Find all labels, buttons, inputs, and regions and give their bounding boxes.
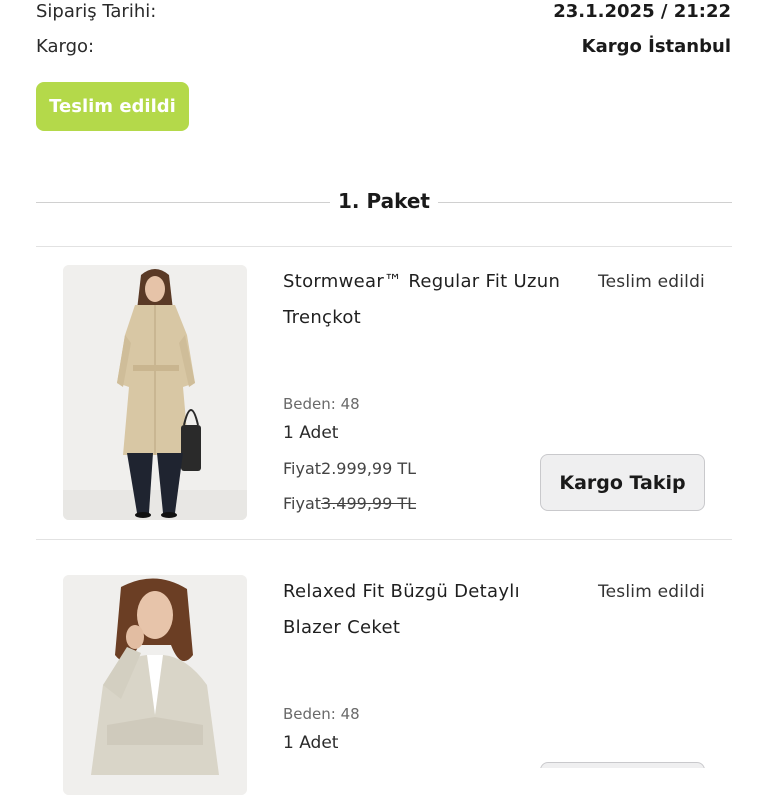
trench-coat-product-photo xyxy=(63,265,247,520)
blazer-product-photo xyxy=(63,575,247,795)
size-row: Beden: 48 xyxy=(283,705,360,723)
package-divider-right xyxy=(436,202,732,203)
order-date-value: 23.1.2025 / 21:22 xyxy=(553,1,731,22)
package-title: 1. Paket xyxy=(330,189,438,213)
item-status: Teslim edildi xyxy=(597,272,705,292)
product-name-line2: Blazer Ceket xyxy=(283,617,401,638)
order-status-badge: Teslim edildi xyxy=(36,82,189,131)
old-price-label: Fiyat xyxy=(283,494,322,513)
size-row: Beden: 48 xyxy=(283,395,360,413)
product-image-trench-coat[interactable] xyxy=(63,265,247,520)
old-price-value: 3.499,99 TL xyxy=(321,494,417,513)
cargo-label: Kargo: xyxy=(36,36,95,57)
product-name-line1: Relaxed Fit Büzgü Detaylı xyxy=(283,581,520,602)
price-value: 2.999,99 TL xyxy=(321,459,417,478)
quantity: 1 Adet xyxy=(283,733,339,753)
product-image-blazer[interactable] xyxy=(63,575,247,795)
product-name-line2: Trençkot xyxy=(283,307,361,328)
cargo-value: Kargo İstanbul xyxy=(581,36,731,57)
item-divider xyxy=(36,539,732,540)
size-label: Beden: xyxy=(283,395,336,413)
product-name[interactable]: Relaxed Fit Büzgü Detaylı Blazer Ceket xyxy=(283,574,583,646)
quantity: 1 Adet xyxy=(283,423,339,443)
size-label: Beden: xyxy=(283,705,336,723)
section-divider xyxy=(36,246,732,247)
cargo-track-button[interactable]: Kargo Takip xyxy=(540,454,705,511)
product-name-line1: Stormwear™ Regular Fit Uzun xyxy=(283,271,561,292)
size-value: 48 xyxy=(340,705,360,723)
price-row: Fiyat2.999,99 TL xyxy=(283,459,416,478)
product-name[interactable]: Stormwear™ Regular Fit Uzun Trençkot xyxy=(283,264,583,336)
item-status: Teslim edildi xyxy=(597,582,705,602)
cargo-track-button-partial[interactable] xyxy=(540,762,705,768)
price-label: Fiyat xyxy=(283,459,322,478)
package-divider-left xyxy=(36,202,332,203)
size-value: 48 xyxy=(340,395,360,413)
old-price-row: Fiyat3.499,99 TL xyxy=(283,494,416,513)
order-date-label: Sipariş Tarihi: xyxy=(36,1,157,22)
